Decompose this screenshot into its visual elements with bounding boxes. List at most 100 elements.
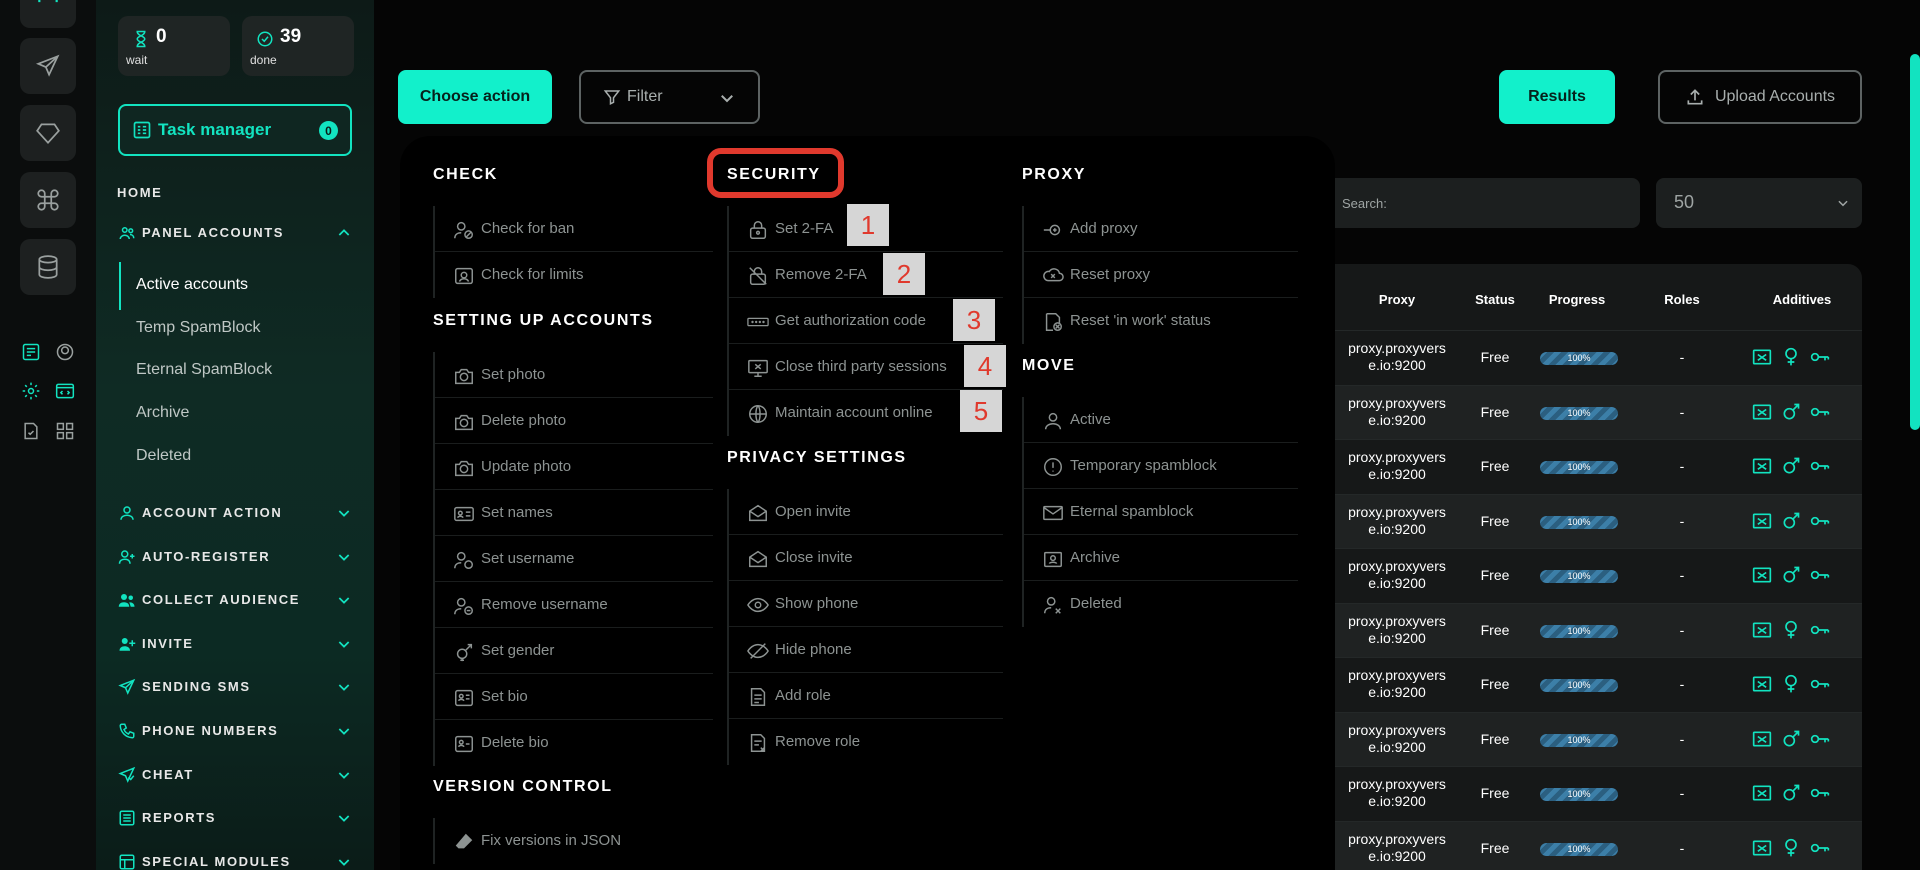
column-header-status[interactable]: Status [1475,292,1515,307]
nav-group-auto-register[interactable]: AUTO-REGISTER [118,546,356,568]
task-manager-button[interactable]: Task manager 0 [118,104,352,156]
key-icon[interactable] [1810,838,1830,858]
rail-settings-button[interactable] [20,380,42,402]
male-icon[interactable] [1781,511,1801,531]
male-icon[interactable] [1781,565,1801,585]
page-size-select[interactable]: 50 [1656,178,1862,228]
filter-dropdown[interactable]: Filter [579,70,760,124]
menu-item-reset-proxy[interactable]: Reset proxy [1024,252,1298,298]
female-icon[interactable] [1781,838,1801,858]
menu-item-hide-phone[interactable]: Hide phone [729,627,1003,673]
column-header-roles[interactable]: Roles [1664,292,1699,307]
menu-item-check-for-limits[interactable]: Check for limits [435,252,713,298]
nav-group-collect-audience[interactable]: COLLECT AUDIENCE [118,589,356,611]
menu-item-add-role[interactable]: Add role [729,673,1003,719]
nav-group-phone-numbers[interactable]: PHONE NUMBERS [118,720,356,742]
key-icon[interactable] [1810,511,1830,531]
sidebar-item-eternal-spamblock[interactable]: Eternal SpamBlock [136,361,272,379]
menu-item-move-temporary-spamblock[interactable]: Temporary spamblock [1024,443,1298,489]
rail-database-button[interactable] [20,239,76,295]
menu-item-fix-versions[interactable]: Fix versions in JSON [435,818,713,864]
menu-item-delete-bio[interactable]: Delete bio [435,720,713,766]
rail-code-window-button[interactable] [54,380,76,402]
male-icon[interactable] [1781,402,1801,422]
nav-group-cheat[interactable]: CHEAT [118,764,356,786]
menu-item-reset-in-work-status[interactable]: Reset 'in work' status [1024,298,1298,344]
sidebar-item-temp-spamblock[interactable]: Temp SpamBlock [136,319,261,337]
key-icon[interactable] [1810,456,1830,476]
table-row[interactable]: proxy.proxyvers e.io:9200 Free 100% - [1306,657,1862,711]
table-row[interactable]: proxy.proxyvers e.io:9200 Free 100% - [1306,602,1862,657]
column-header-progress[interactable]: Progress [1549,292,1605,307]
sidebar-item-archive[interactable]: Archive [136,404,189,422]
menu-item-open-invite[interactable]: Open invite [729,489,1003,535]
mail-x-icon[interactable] [1752,783,1772,803]
menu-item-set-username[interactable]: Set username [435,536,713,582]
rail-headset-button[interactable] [20,0,76,28]
nav-group-panel-accounts[interactable]: PANEL ACCOUNTS [118,222,356,244]
rail-diamond-button[interactable] [20,105,76,161]
column-header-proxy[interactable]: Proxy [1379,292,1415,307]
key-icon[interactable] [1810,674,1830,694]
female-icon[interactable] [1781,620,1801,640]
key-icon[interactable] [1810,565,1830,585]
mail-x-icon[interactable] [1752,511,1772,531]
menu-item-move-active[interactable]: Active [1024,397,1298,443]
menu-item-remove-username[interactable]: Remove username [435,582,713,628]
key-icon[interactable] [1810,783,1830,803]
mail-x-icon[interactable] [1752,456,1772,476]
menu-item-add-proxy[interactable]: Add proxy [1024,206,1298,252]
key-icon[interactable] [1810,347,1830,367]
menu-item-show-phone[interactable]: Show phone [729,581,1003,627]
scrollbar-thumb[interactable] [1910,54,1920,430]
nav-group-special-modules[interactable]: SPECIAL MODULES [118,851,356,870]
mail-x-icon[interactable] [1752,674,1772,694]
mail-x-icon[interactable] [1752,347,1772,367]
nav-group-account-action[interactable]: ACCOUNT ACTION [118,502,356,524]
rail-user-pin-button[interactable] [54,341,76,363]
search-input[interactable]: Search: [1320,178,1640,228]
nav-group-reports[interactable]: REPORTS [118,807,356,829]
mail-x-icon[interactable] [1752,620,1772,640]
rail-send-button[interactable] [20,38,76,94]
menu-item-delete-photo[interactable]: Delete photo [435,398,713,444]
results-button[interactable]: Results [1499,70,1615,124]
menu-item-set-photo[interactable]: Set photo [435,352,713,398]
menu-item-remove-role[interactable]: Remove role [729,719,1003,765]
table-row[interactable]: proxy.proxyvers e.io:9200 Free 100% - [1306,711,1862,766]
nav-group-sending-sms[interactable]: SENDING SMS [118,676,356,698]
mail-x-icon[interactable] [1752,838,1772,858]
key-icon[interactable] [1810,620,1830,640]
rail-list-check-button[interactable] [20,341,42,363]
menu-item-set-gender[interactable]: Set gender [435,628,713,674]
key-icon[interactable] [1810,729,1830,749]
choose-action-button[interactable]: Choose action [398,70,552,124]
mail-x-icon[interactable] [1752,729,1772,749]
menu-item-move-archive[interactable]: Archive [1024,535,1298,581]
rail-doc-check-button[interactable] [20,420,42,442]
column-header-additives[interactable]: Additives [1773,292,1832,307]
nav-home[interactable]: HOME [117,185,162,200]
key-icon[interactable] [1810,402,1830,422]
table-row[interactable]: proxy.proxyvers e.io:9200 Free 100% - [1306,384,1862,439]
sidebar-item-active-accounts[interactable]: Active accounts [136,276,248,294]
menu-item-set-names[interactable]: Set names [435,490,713,536]
male-icon[interactable] [1781,783,1801,803]
sidebar-item-deleted[interactable]: Deleted [136,447,191,465]
menu-item-close-third-party-sessions[interactable]: Close third party sessions [729,344,1003,390]
menu-item-set-bio[interactable]: Set bio [435,674,713,720]
menu-item-update-photo[interactable]: Update photo [435,444,713,490]
female-icon[interactable] [1781,347,1801,367]
female-icon[interactable] [1781,674,1801,694]
mail-x-icon[interactable] [1752,402,1772,422]
male-icon[interactable] [1781,456,1801,476]
table-row[interactable]: proxy.proxyvers e.io:9200 Free 100% - [1306,493,1862,548]
menu-item-check-for-ban[interactable]: Check for ban [435,206,713,252]
menu-item-close-invite[interactable]: Close invite [729,535,1003,581]
rail-grid-button[interactable] [54,420,76,442]
table-row[interactable]: proxy.proxyvers e.io:9200 Free 100% - [1306,330,1862,384]
table-row[interactable]: proxy.proxyvers e.io:9200 Free 100% - [1306,820,1862,870]
male-icon[interactable] [1781,729,1801,749]
upload-accounts-button[interactable]: Upload Accounts [1658,70,1862,124]
table-row[interactable]: proxy.proxyvers e.io:9200 Free 100% - [1306,548,1862,602]
